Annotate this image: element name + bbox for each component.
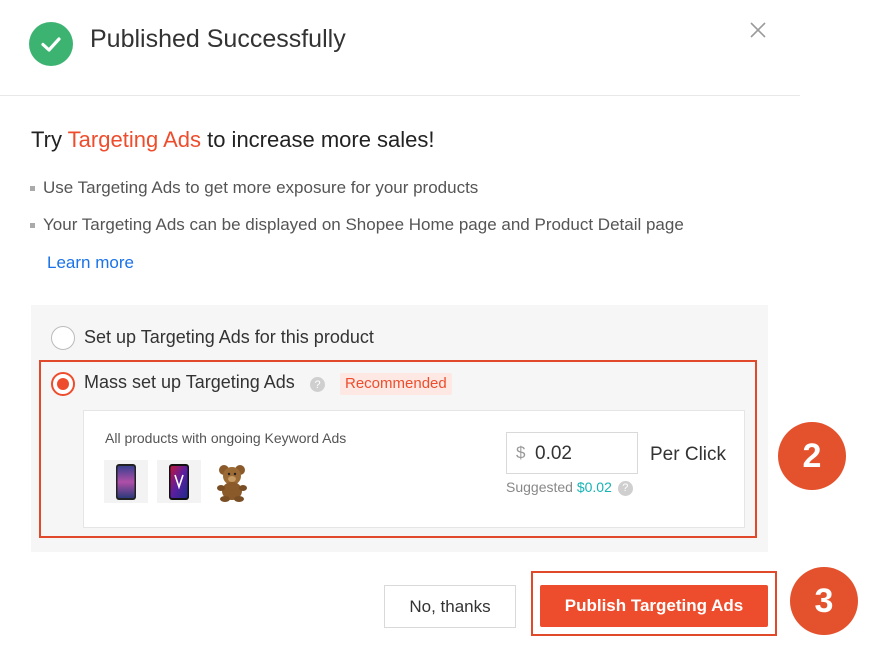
teddy-bear-icon: [210, 460, 254, 503]
success-check-icon: [29, 22, 73, 66]
card-label: All products with ongoing Keyword Ads: [105, 430, 347, 446]
learn-more-link[interactable]: Learn more: [47, 253, 134, 273]
dialog-title: Published Successfully: [90, 25, 346, 53]
help-icon[interactable]: ?: [310, 377, 325, 392]
step-marker-3: 3: [790, 567, 858, 635]
no-thanks-button[interactable]: No, thanks: [384, 585, 516, 628]
promo-bullet: Use Targeting Ads to get more exposure f…: [30, 178, 478, 198]
promo-bullet: Your Targeting Ads can be displayed on S…: [30, 215, 684, 235]
close-icon[interactable]: [745, 17, 771, 43]
currency-symbol: $: [516, 443, 526, 462]
bid-price-input[interactable]: [533, 440, 637, 468]
option-single-label[interactable]: Set up Targeting Ads for this product: [84, 327, 374, 348]
recommended-badge: Recommended: [340, 373, 452, 395]
phone-purple-icon: [104, 460, 148, 503]
phone-red-icon: [157, 460, 201, 503]
help-icon[interactable]: ?: [617, 480, 633, 496]
promo-title: Try Targeting Ads to increase more sales…: [31, 127, 435, 152]
dialog-header: Published Successfully: [0, 0, 800, 96]
suggested-bid-value: $0.02: [576, 479, 612, 495]
step-marker-2: 2: [778, 422, 846, 490]
radio-mass-setup[interactable]: [51, 372, 75, 396]
bid-price-field[interactable]: $: [506, 432, 638, 474]
radio-single-product[interactable]: [51, 326, 75, 350]
option-mass-label[interactable]: Mass set up Targeting Ads: [84, 372, 295, 393]
radio-selected-dot: [57, 378, 69, 390]
publish-targeting-ads-button[interactable]: Publish Targeting Ads: [540, 585, 768, 627]
suggested-bid: Suggested $0.02 ?: [506, 479, 633, 496]
per-click-label: Per Click: [650, 444, 727, 465]
promo-title-highlight: Targeting Ads: [67, 127, 201, 152]
